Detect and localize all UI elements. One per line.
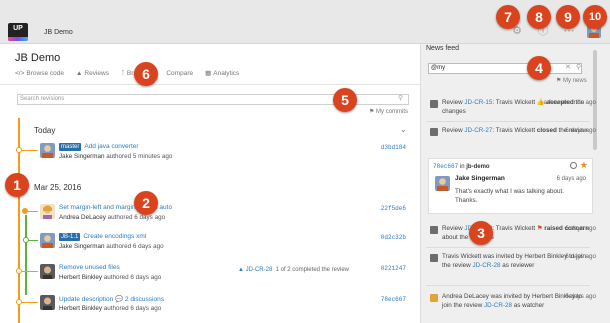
branch-tag[interactable]: JB-1.1 bbox=[59, 233, 81, 241]
status-circle-icon[interactable] bbox=[570, 162, 577, 169]
avatar bbox=[430, 100, 438, 108]
avatar bbox=[40, 204, 55, 219]
concern-icon: ⚑ bbox=[536, 225, 543, 232]
timestamp: 6 days ago bbox=[565, 253, 596, 260]
nav-compare[interactable]: Compare bbox=[166, 69, 193, 77]
discussion-icon: 💬 bbox=[115, 296, 124, 303]
commit-author: Andrea DeLacey bbox=[59, 214, 106, 221]
comment-text: That's exactly what I was talking about.… bbox=[455, 188, 565, 204]
branch-line-feature bbox=[25, 215, 27, 295]
callout-8: 8 bbox=[527, 5, 551, 29]
connector bbox=[22, 271, 38, 272]
avatar bbox=[430, 128, 438, 136]
search-icon[interactable]: ⚲ bbox=[576, 63, 581, 71]
callout-1: 1 bbox=[5, 173, 29, 197]
my-news-filter[interactable]: ⚑ My news bbox=[556, 77, 587, 84]
callout-10: 10 bbox=[583, 5, 607, 29]
chevron-down-icon[interactable]: ⌄ bbox=[400, 125, 407, 134]
search-icon[interactable]: ⚲ bbox=[398, 94, 403, 102]
commit-meta: authored 5 minutes ago bbox=[106, 153, 173, 160]
timestamp: 6 days ago bbox=[556, 176, 586, 182]
repo-name: jb-demo bbox=[466, 164, 490, 170]
date-header: Mar 25, 2016 bbox=[34, 183, 82, 192]
page-title: JB Demo bbox=[15, 52, 61, 64]
review-link[interactable]: JD-CR-27 bbox=[464, 127, 492, 134]
callout-7: 7 bbox=[496, 5, 520, 29]
avatar bbox=[430, 294, 438, 302]
review-link[interactable]: JD-CR-28 bbox=[472, 262, 500, 269]
review-link[interactable]: JD-CR-15 bbox=[464, 99, 492, 106]
news-feed-title: News feed bbox=[426, 45, 460, 52]
nav-analytics[interactable]: ▦ Analytics bbox=[205, 69, 239, 78]
callout-6: 6 bbox=[134, 62, 158, 86]
commit-hash[interactable]: 78ec667 bbox=[433, 163, 458, 170]
commit-author: Herbert Binkley bbox=[59, 305, 103, 312]
news-search-input[interactable]: @my bbox=[428, 63, 582, 74]
connector bbox=[28, 240, 38, 241]
commit-author: Jake Singerman bbox=[59, 153, 105, 160]
commit-hash[interactable]: 0d2c32b bbox=[381, 234, 406, 241]
today-header: Today bbox=[34, 126, 56, 135]
nav-divider bbox=[0, 84, 420, 85]
commit-meta: authored 6 days ago bbox=[103, 274, 162, 281]
commit-hash[interactable]: 22f5de6 bbox=[381, 205, 406, 212]
commit-meta: authored 6 days ago bbox=[103, 305, 162, 312]
timestamp: 6 days ago bbox=[565, 225, 596, 232]
callout-2: 2 bbox=[134, 191, 158, 215]
discussion-count[interactable]: 2 discussions bbox=[125, 296, 164, 303]
connector bbox=[22, 302, 38, 303]
my-commits-filter[interactable]: ⚑ My commits bbox=[369, 108, 408, 115]
callout-4: 4 bbox=[527, 56, 551, 80]
upsource-logo[interactable]: UP bbox=[8, 23, 28, 41]
avatar bbox=[40, 295, 55, 310]
commit-title[interactable]: Create encodings xml bbox=[83, 233, 146, 240]
avatar bbox=[40, 143, 55, 158]
commit-hash[interactable]: d3bd184 bbox=[381, 144, 406, 151]
connector bbox=[22, 150, 38, 151]
clear-icon[interactable]: ✕ bbox=[565, 63, 571, 71]
divider bbox=[426, 247, 590, 248]
divider bbox=[426, 285, 590, 286]
timestamp: 6 days ago bbox=[565, 293, 596, 300]
star-icon[interactable]: ★ bbox=[580, 160, 588, 171]
avatar bbox=[430, 254, 438, 262]
nav-browse-code[interactable]: </> Browse code bbox=[15, 69, 64, 77]
callout-3: 3 bbox=[469, 221, 493, 245]
avatar bbox=[40, 264, 55, 279]
commit-meta: authored 6 days ago bbox=[106, 243, 164, 250]
comment-card[interactable]: 78ec667 in jb-demo ★ Jake Singerman 6 da… bbox=[428, 158, 593, 214]
timestamp: a few seconds ago bbox=[543, 99, 596, 106]
review-link[interactable]: JD-CR-28 bbox=[484, 302, 512, 309]
review-status: 1 of 2 completed the review bbox=[275, 267, 349, 273]
divider bbox=[426, 121, 590, 122]
commit-hash[interactable]: 0221247 bbox=[381, 265, 406, 272]
project-title[interactable]: JB Demo bbox=[44, 29, 73, 36]
avatar bbox=[40, 233, 55, 248]
callout-9: 9 bbox=[556, 5, 580, 29]
commit-author: Herbert Binkley bbox=[59, 274, 103, 281]
callout-5: 5 bbox=[333, 88, 357, 112]
branch-tag[interactable]: master bbox=[59, 143, 82, 151]
nav-reviews[interactable]: ▲ Reviews bbox=[76, 69, 109, 77]
commit-title[interactable]: Add java converter bbox=[84, 143, 138, 150]
connector bbox=[27, 211, 38, 212]
commit-title[interactable]: Update description bbox=[59, 296, 113, 303]
review-link[interactable]: ▲ JD-CR-28 1 of 2 completed the review bbox=[238, 267, 349, 273]
timestamp: 6 days ago bbox=[565, 127, 596, 134]
avatar bbox=[435, 176, 450, 191]
commit-hash[interactable]: 78ec667 bbox=[381, 296, 406, 303]
commit-title[interactable]: Remove unused files bbox=[59, 264, 120, 271]
project-nav: </> Browse code ▲ Reviews ᛏ Branches Com… bbox=[15, 69, 239, 78]
comment-author: Jake Singerman bbox=[455, 175, 505, 182]
avatar bbox=[430, 226, 438, 234]
commit-meta: authored 6 days ago bbox=[107, 214, 166, 221]
commit-author: Jake Singerman bbox=[59, 243, 105, 250]
